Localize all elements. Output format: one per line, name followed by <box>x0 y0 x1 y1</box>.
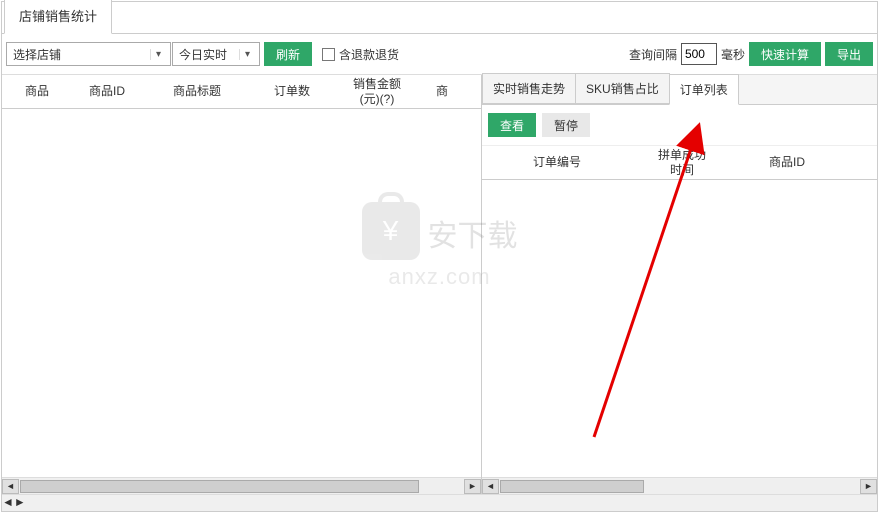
time-select-label: 今日实时 <box>179 46 227 63</box>
scroll-left-icon[interactable]: ◄ <box>2 495 14 511</box>
top-tab-sales[interactable]: 店铺销售统计 <box>4 0 112 34</box>
right-pane: 实时销售走势 SKU销售占比 订单列表 查看 暂停 订单编号 拼单成功 时间 商… <box>482 75 877 494</box>
left-pane: 商品 商品ID 商品标题 订单数 销售金额 (元)(?) 商 ◄ ► <box>2 75 482 494</box>
fast-calc-button[interactable]: 快速计算 <box>749 42 821 66</box>
col-order-count[interactable]: 订单数 <box>252 82 332 100</box>
col-product-title[interactable]: 商品标题 <box>142 82 252 100</box>
col-product[interactable]: 商品 <box>2 82 72 100</box>
interval-unit: 毫秒 <box>721 46 745 63</box>
refresh-button[interactable]: 刷新 <box>264 42 312 66</box>
col-sales-amount[interactable]: 销售金额 (元)(?) <box>332 75 422 108</box>
dropdown-icon: ▾ <box>239 49 255 60</box>
scroll-right-icon[interactable]: ► <box>464 479 481 494</box>
export-button[interactable]: 导出 <box>825 42 873 66</box>
interval-input[interactable] <box>681 43 717 65</box>
left-hscroll[interactable]: ◄ ► <box>2 477 481 494</box>
scroll-track[interactable] <box>20 479 463 494</box>
scroll-thumb[interactable] <box>500 480 644 493</box>
scroll-left-icon[interactable]: ◄ <box>482 479 499 494</box>
tab-sku-ratio[interactable]: SKU销售占比 <box>575 73 670 104</box>
right-table-body <box>482 180 877 477</box>
scroll-thumb[interactable] <box>20 480 419 493</box>
col-product-id[interactable]: 商品ID <box>72 82 142 100</box>
interval-label: 查询间隔 <box>629 46 677 63</box>
scroll-track[interactable] <box>500 479 859 494</box>
include-refund-label: 含退款退货 <box>339 46 399 63</box>
scroll-right-icon[interactable]: ► <box>860 479 877 494</box>
shop-select[interactable]: 选择店铺 ▾ <box>6 42 171 66</box>
scroll-left-icon[interactable]: ◄ <box>2 479 19 494</box>
view-button[interactable]: 查看 <box>488 113 536 137</box>
col-group-time[interactable]: 拼单成功 时间 <box>632 146 732 179</box>
include-refund-wrap[interactable]: 含退款退货 <box>322 46 399 63</box>
right-tabs: 实时销售走势 SKU销售占比 订单列表 <box>482 75 877 105</box>
pause-button[interactable]: 暂停 <box>542 113 590 137</box>
right-hscroll[interactable]: ◄ ► <box>482 477 877 494</box>
right-toolbar: 查看 暂停 <box>482 105 877 146</box>
tab-realtime-trend[interactable]: 实时销售走势 <box>482 73 576 104</box>
time-select[interactable]: 今日实时 ▾ <box>172 42 260 66</box>
outer-hscroll[interactable]: ◄ ► <box>2 494 877 511</box>
include-refund-checkbox[interactable] <box>322 48 335 61</box>
col-order-no[interactable]: 订单编号 <box>482 153 632 171</box>
right-table-header: 订单编号 拼单成功 时间 商品ID <box>482 146 877 180</box>
toolbar: 选择店铺 ▾ 今日实时 ▾ 刷新 含退款退货 查询间隔 毫秒 快速计算 导出 <box>2 34 877 74</box>
tab-order-list[interactable]: 订单列表 <box>669 74 739 105</box>
dropdown-icon: ▾ <box>150 49 166 60</box>
col-r-product-id[interactable]: 商品ID <box>732 153 842 171</box>
shop-select-label: 选择店铺 <box>13 46 61 63</box>
col-merchant[interactable]: 商 <box>422 82 462 100</box>
scroll-right-icon[interactable]: ► <box>14 495 26 511</box>
left-table-body <box>2 109 481 477</box>
left-table-header: 商品 商品ID 商品标题 订单数 销售金额 (元)(?) 商 <box>2 75 481 109</box>
